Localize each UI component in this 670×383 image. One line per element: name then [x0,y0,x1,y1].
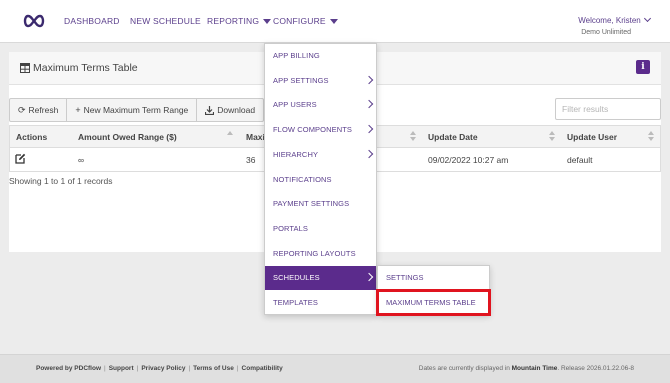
nav-reporting[interactable]: REPORTING [207,16,272,26]
footer-link-compatibility[interactable]: Compatibility [242,365,283,372]
plus-icon: + [75,105,81,115]
footer-timezone-note: Dates are currently displayed in Mountai… [419,365,634,372]
info-button[interactable]: i [636,60,650,74]
refresh-icon: ⟳ [18,104,26,115]
refresh-button[interactable]: ⟳ Refresh [9,98,68,122]
download-label: Download [217,105,256,115]
caret-down-icon [329,19,338,25]
table-icon [20,63,30,73]
menu-item-label: APP SETTINGS [273,75,329,85]
download-icon [205,105,215,115]
filter-input[interactable] [555,98,661,120]
sort-asc-icon[interactable] [227,131,233,143]
chevron-right-icon [364,149,374,159]
sort-icon[interactable] [648,131,654,143]
menu-item-portals[interactable]: PORTALS [265,217,376,241]
chevron-right-icon [364,75,374,84]
cell-update-user: default [567,155,593,165]
column-actions: Actions [16,132,48,142]
menu-item-notifications[interactable]: NOTIFICATIONS [265,168,376,192]
footer-links: Powered by PDCflow | Support | Privacy Polic… [36,365,283,372]
menu-item-label: FLOW COMPONENTS [273,125,353,135]
footer-separator: | [188,365,191,372]
menu-item-payment-settings[interactable]: PAYMENT SETTINGS [265,192,376,216]
column-amount-owed-range[interactable]: Amount Owed Range ($) [78,132,177,142]
nav-new-schedule[interactable]: NEW SCHEDULE [130,16,201,26]
menu-item-reporting-layouts[interactable]: REPORTING LAYOUTS [265,242,376,266]
configure-dropdown: APP BILLING APP SETTINGS APP USERS FLOW … [264,43,377,315]
submenu-item-label: SETTINGS [386,273,424,282]
footer-separator: | [136,365,139,372]
edit-icon[interactable] [15,153,26,164]
footer-separator: | [236,365,239,372]
chevron-down-icon [643,14,652,23]
sort-icon[interactable] [549,131,555,143]
menu-item-label: PAYMENT SETTINGS [273,199,350,209]
menu-item-flow-components[interactable]: FLOW COMPONENTS [265,118,376,142]
menu-item-label: APP USERS [273,100,317,110]
records-count: Showing 1 to 1 of 1 records [9,176,113,186]
top-navbar: DASHBOARD NEW SCHEDULE REPORTING CONFIGU… [0,0,670,43]
column-update-user[interactable]: Update User [567,132,617,142]
download-button[interactable]: Download [196,98,265,122]
nav-reporting-label: REPORTING [207,16,260,26]
toolbar: ⟳ Refresh + New Maximum Term Range Downl… [9,98,265,122]
chevron-right-icon [364,100,374,109]
menu-item-app-settings[interactable]: APP SETTINGS [265,69,376,93]
timezone-prefix: Dates are currently displayed in [418,365,510,372]
footer-link-privacy[interactable]: Privacy Policy [141,365,185,372]
new-range-label: New Maximum Term Range [83,105,189,115]
menu-item-templates[interactable]: TEMPLATES [265,291,376,315]
footer-separator: | [104,365,106,372]
column-maximum-term[interactable]: Maxi [246,132,265,142]
menu-item-label: SCHEDULES [273,273,320,283]
column-update-date[interactable]: Update Date [428,132,478,142]
menu-item-label: TEMPLATES [273,298,318,307]
chevron-right-icon [364,273,374,282]
menu-item-label: NOTIFICATIONS [273,174,332,184]
powered-by: Powered by PDCflow [36,365,102,372]
menu-item-app-users[interactable]: APP USERS [265,93,376,117]
nav-dashboard[interactable]: DASHBOARD [64,16,120,26]
user-menu[interactable]: Welcome, Kristen [578,14,652,25]
page-title: Maximum Terms Table [33,62,138,74]
menu-item-schedules[interactable]: SCHEDULES [265,266,376,291]
footer-link-support[interactable]: Support [109,365,134,372]
menu-item-label: REPORTING LAYOUTS [273,248,356,258]
org-name: Demo Unlimited [581,29,631,36]
menu-item-label: HIERARCHY [273,149,319,159]
cell-maximum-term: 36 [246,155,256,165]
caret-down-icon [263,19,272,25]
nav-configure-label: CONFIGURE [273,16,326,26]
refresh-label: Refresh [28,105,59,115]
cell-update-date: 09/02/2022 10:27 am [428,155,509,165]
welcome-text: Welcome, Kristen [578,16,641,25]
submenu-item-settings[interactable]: SETTINGS [378,266,489,290]
cell-amount: ∞ [78,155,85,165]
sort-icon[interactable] [410,131,416,143]
timezone-name: Mountain Time [511,365,558,372]
new-maximum-term-range-button[interactable]: + New Maximum Term Range [66,98,198,122]
menu-item-app-billing[interactable]: APP BILLING [265,44,376,68]
chevron-right-icon [364,124,374,134]
infinity-icon[interactable] [22,13,46,29]
menu-item-label: APP BILLING [273,51,320,60]
menu-item-label: PORTALS [273,223,309,233]
footer-link-terms[interactable]: Terms of Use [193,365,234,372]
nav-configure[interactable]: CONFIGURE [273,16,338,26]
highlight-annotation [376,289,491,316]
menu-item-hierarchy[interactable]: HIERARCHY [265,143,376,167]
footer: Powered by PDCflow | Support | Privacy Polic… [0,354,670,383]
release-version: . Release 2026.01.22.06-8 [557,365,634,372]
